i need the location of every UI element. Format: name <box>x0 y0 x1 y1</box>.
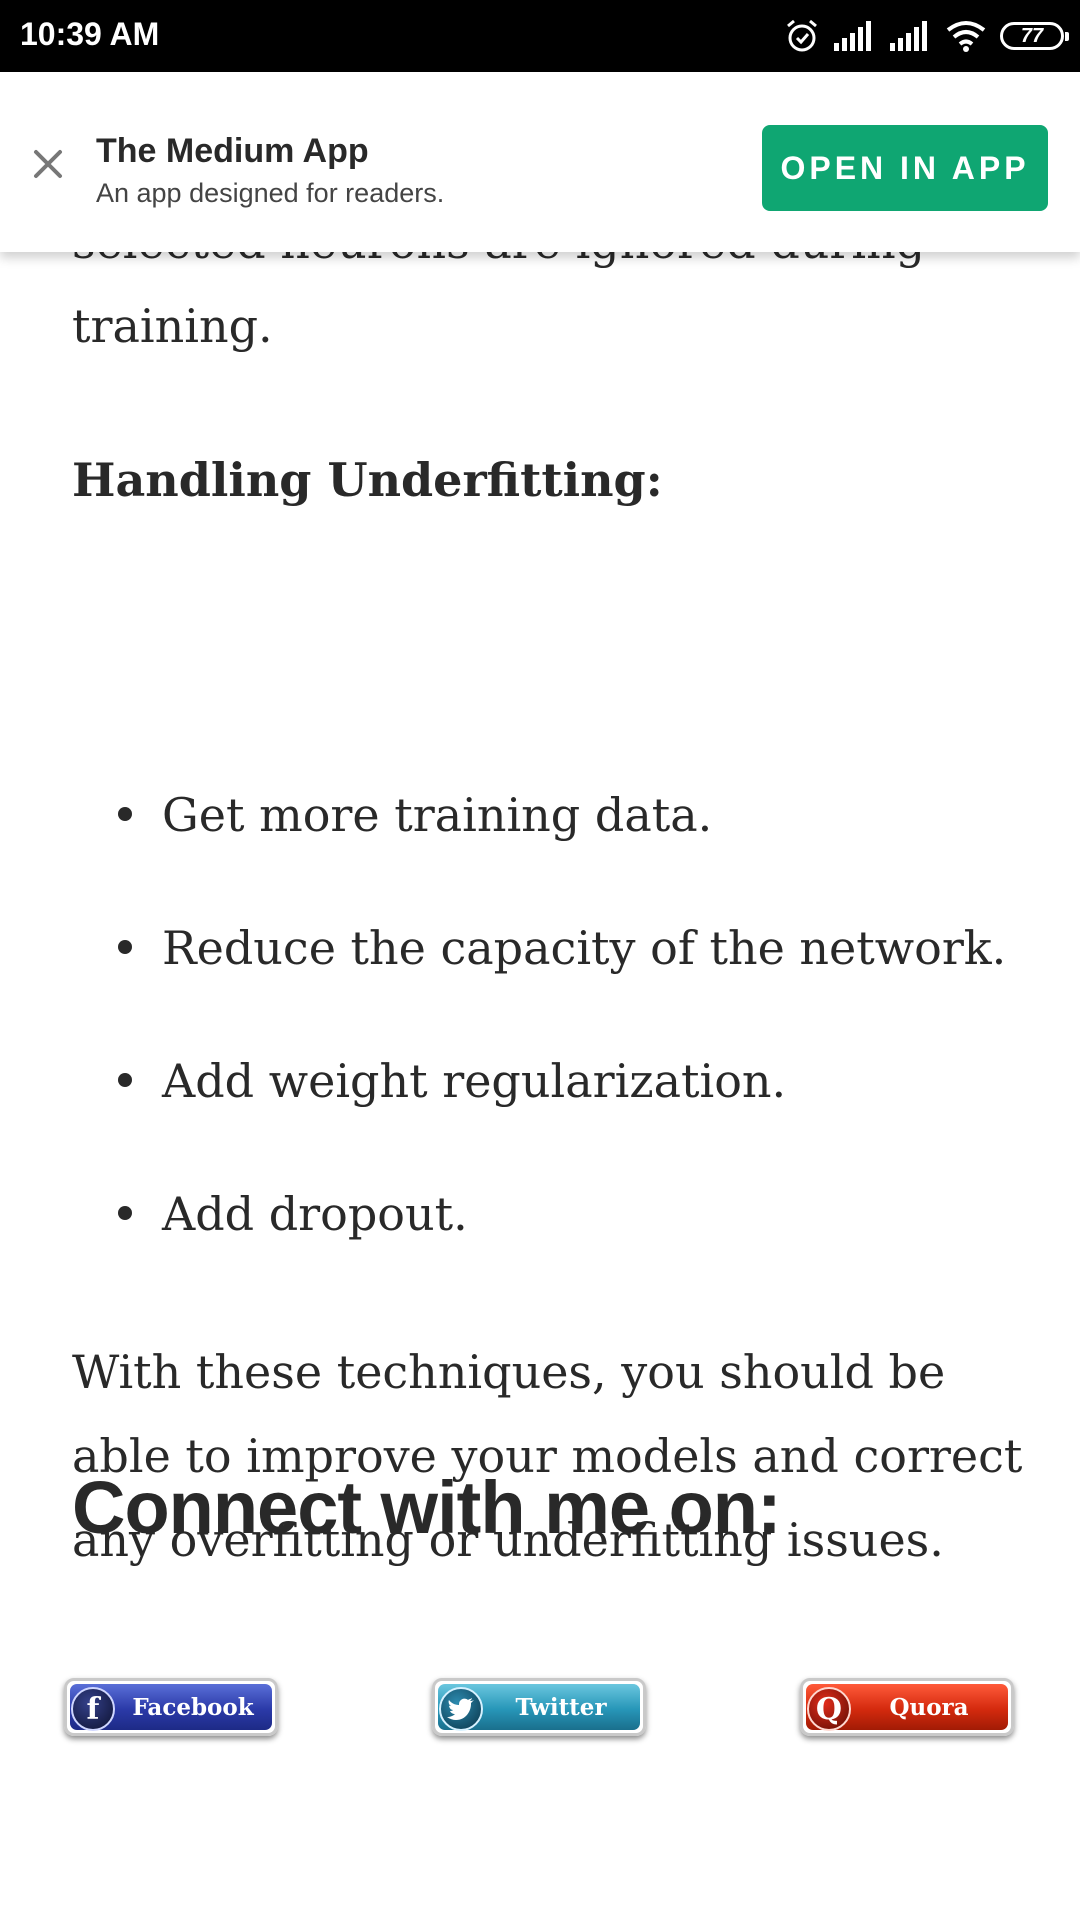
facebook-icon: f <box>71 1687 115 1731</box>
open-in-app-button[interactable]: OPEN IN APP <box>762 125 1048 211</box>
app-banner: The Medium App An app designed for reade… <box>0 72 1080 252</box>
section-heading: Handling Underfitting: <box>72 453 663 507</box>
banner-subtitle: An app designed for readers. <box>96 178 445 208</box>
battery-icon: 77 <box>1000 22 1069 50</box>
bullet-icon <box>118 1206 132 1220</box>
wifi-icon <box>946 21 986 52</box>
bullet-icon <box>118 940 132 954</box>
status-icons: 77 <box>784 14 1069 58</box>
list-item: Add dropout. <box>72 1184 1022 1317</box>
banner-title: The Medium App <box>96 132 369 170</box>
quora-logo-letter: Q <box>815 1691 843 1727</box>
list-item-text: Add weight regularization. <box>162 1054 787 1108</box>
list-item-text: Add dropout. <box>162 1187 468 1241</box>
quora-icon: Q <box>807 1687 851 1731</box>
facebook-logo-letter: f <box>86 1691 100 1727</box>
paragraph-line: training. <box>72 299 273 353</box>
alarm-icon <box>787 19 817 52</box>
quora-label: Quora <box>889 1693 969 1721</box>
signal-icon <box>890 21 927 51</box>
battery-level: 77 <box>1020 24 1044 47</box>
close-icon[interactable] <box>26 142 70 186</box>
twitter-icon <box>439 1687 483 1731</box>
bullet-list: Get more training data. Reduce the capac… <box>72 785 1022 1317</box>
list-item: Add weight regularization. <box>72 1051 1022 1184</box>
twitter-label: Twitter <box>515 1693 607 1721</box>
status-bar: 10:39 AM 77 <box>0 0 1080 72</box>
twitter-button[interactable]: Twitter <box>432 1678 646 1736</box>
facebook-label: Facebook <box>132 1693 254 1721</box>
signal-icon <box>834 21 871 51</box>
list-item: Reduce the capacity of the network. <box>72 918 1022 1051</box>
paragraph-line: With these techniques, you should be <box>72 1345 946 1399</box>
bullet-icon <box>118 807 132 821</box>
quora-button[interactable]: Q Quora <box>800 1678 1014 1736</box>
connect-heading: Connect with me on: <box>72 1466 782 1549</box>
list-item: Get more training data. <box>72 785 1022 918</box>
list-item-text: Get more training data. <box>162 788 713 842</box>
list-item-text: Reduce the capacity of the network. <box>162 921 1007 975</box>
facebook-button[interactable]: f Facebook <box>64 1678 278 1736</box>
status-time: 10:39 AM <box>20 16 160 52</box>
bird-icon <box>447 1698 474 1720</box>
bullet-icon <box>118 1073 132 1087</box>
